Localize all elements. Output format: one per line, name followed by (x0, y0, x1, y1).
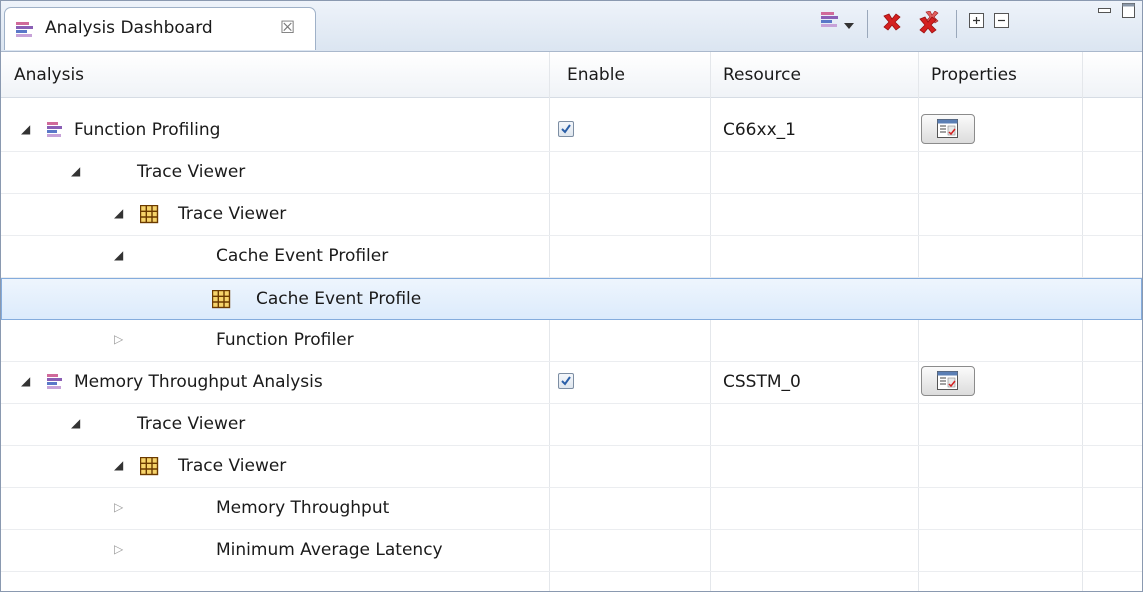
table-icon (211, 289, 231, 314)
column-header-properties[interactable]: Properties (931, 65, 1017, 85)
tree-row[interactable]: Cache Event Profile (1, 278, 1142, 320)
tree-item-label: Trace Viewer (137, 414, 246, 434)
table-header: Analysis Enable Resource Properties (1, 52, 1142, 98)
tree-row[interactable]: ◢ Cache Event Profiler (1, 236, 1142, 278)
tree-row[interactable]: ◢ Trace Viewer (1, 152, 1142, 194)
column-header-resource[interactable]: Resource (723, 65, 801, 85)
expanded-arrow-icon[interactable]: ◢ (21, 374, 30, 388)
expanded-arrow-icon[interactable]: ◢ (71, 416, 80, 430)
collapsed-arrow-icon[interactable]: ▷ (114, 332, 123, 346)
analysis-icon (47, 122, 65, 143)
tree-row[interactable]: ▷ Function Profiler (1, 320, 1142, 362)
collapsed-arrow-icon[interactable]: ▷ (114, 542, 123, 556)
expanded-arrow-icon[interactable]: ◢ (114, 458, 123, 472)
tree-row[interactable]: ▷ Memory Throughput (1, 488, 1142, 530)
toolbar-separator (956, 10, 957, 38)
analysis-icon (16, 22, 36, 43)
tab-title: Analysis Dashboard (45, 18, 213, 38)
table-icon (139, 204, 159, 229)
expanded-arrow-icon[interactable]: ◢ (21, 122, 30, 136)
column-header-analysis[interactable]: Analysis (14, 65, 84, 85)
properties-button[interactable] (921, 366, 975, 396)
collapse-all-icon[interactable] (994, 13, 1010, 34)
expanded-arrow-icon[interactable]: ◢ (114, 248, 123, 262)
remove-icon[interactable] (881, 11, 903, 38)
tree-item-label: Cache Event Profiler (216, 246, 389, 266)
remove-all-icon[interactable] (917, 10, 943, 40)
dropdown-arrow-icon[interactable] (844, 15, 855, 35)
tree-item-label: Memory Throughput Analysis (74, 372, 323, 392)
expanded-arrow-icon[interactable]: ◢ (114, 206, 123, 220)
resource-value: CSSTM_0 (723, 372, 801, 392)
expand-all-icon[interactable] (969, 13, 985, 34)
tree-row[interactable]: ◢ Trace Viewer (1, 194, 1142, 236)
expanded-arrow-icon[interactable]: ◢ (71, 164, 80, 178)
tree-row[interactable]: ▷ Minimum Average Latency (1, 530, 1142, 572)
table-icon (139, 456, 159, 481)
tree-row[interactable]: ◢ Memory Throughput Analysis CSSTM_0 (1, 362, 1142, 404)
tree-row[interactable]: ◢ Trace Viewer (1, 404, 1142, 446)
tree-item-label: Cache Event Profile (256, 289, 422, 309)
column-header-enable[interactable]: Enable (567, 65, 625, 85)
enable-checkbox[interactable] (558, 121, 574, 137)
collapsed-arrow-icon[interactable]: ▷ (114, 500, 123, 514)
tab-analysis-dashboard[interactable]: Analysis Dashboard ☒ (4, 7, 316, 50)
toolbar-separator (867, 10, 868, 38)
analysis-dashboard-view: Analysis Dashboard ☒ Analysis Enable Res… (0, 0, 1143, 592)
maximize-icon[interactable] (1122, 3, 1136, 24)
close-icon[interactable]: ☒ (280, 18, 295, 38)
tree-row[interactable]: ◢ Trace Viewer (1, 446, 1142, 488)
enable-checkbox[interactable] (558, 373, 574, 389)
tree-item-label: Function Profiler (216, 330, 354, 350)
minimize-icon[interactable] (1098, 3, 1112, 23)
tree-item-label: Trace Viewer (178, 204, 287, 224)
analysis-menu-icon[interactable] (821, 11, 841, 34)
tree-item-label: Trace Viewer (137, 162, 246, 182)
tree-row[interactable]: ◢ Function Profiling C66xx_1 (1, 110, 1142, 152)
resource-value: C66xx_1 (723, 120, 796, 140)
tree-item-label: Trace Viewer (178, 456, 287, 476)
tree-item-label: Minimum Average Latency (216, 540, 443, 560)
properties-button[interactable] (921, 114, 975, 144)
tree-item-label: Memory Throughput (216, 498, 390, 518)
analysis-icon (47, 374, 65, 395)
view-tab-bar: Analysis Dashboard ☒ (1, 1, 1142, 52)
tree-item-label: Function Profiling (74, 120, 221, 140)
